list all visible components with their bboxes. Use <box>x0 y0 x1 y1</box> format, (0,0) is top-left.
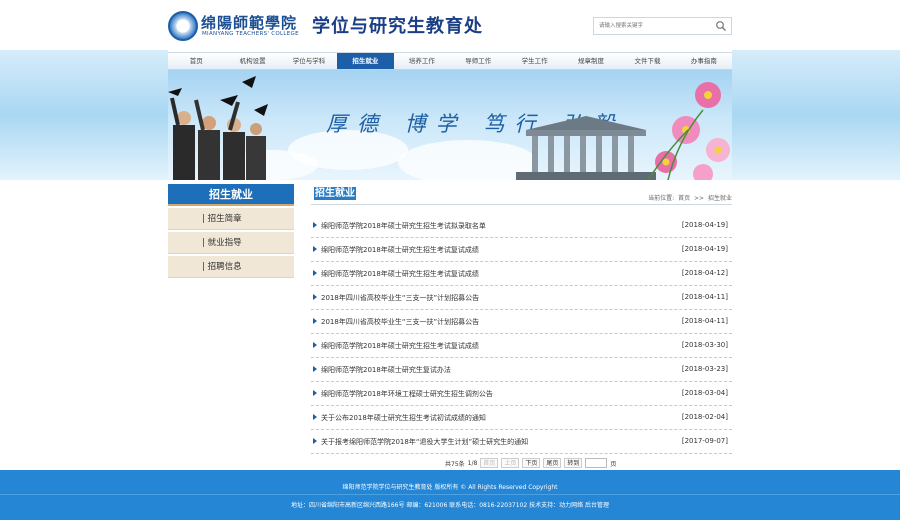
next-page-button[interactable]: 下页 <box>522 458 541 468</box>
sidebar-title: 招生就业 <box>168 184 294 206</box>
news-list: 绵阳师范学院2018年硕士研究生招生考试拟录取名单 [2018-04-19] 绵阳师… <box>311 214 732 454</box>
list-item[interactable]: 绵阳师范学院2018年硕士研究生招生考试复试成绩 [2018-04-12] <box>311 262 732 286</box>
list-item[interactable]: 绵阳师范学院2018年硕士研究生招生考试复试成绩 [2018-04-19] <box>311 238 732 262</box>
main-nav: 首页 机构设置 学位与学科 招生就业 培养工作 导师工作 学生工作 规章制度 文件下载 办事指南 <box>168 52 732 70</box>
logo-chinese[interactable]: 绵陽師範學院 <box>201 12 297 33</box>
site-title: 学位与研究生教育处 <box>312 16 483 37</box>
nav-item[interactable]: 学生工作 <box>506 53 562 69</box>
news-title-link[interactable]: 绵阳师范学院2018年环境工程硕士研究生招生调剂公告 <box>321 389 493 399</box>
search-box <box>593 17 732 35</box>
graduates-image <box>168 76 268 180</box>
news-date: [2018-04-19] <box>681 221 728 229</box>
prev-page-button[interactable]: 上页 <box>501 458 520 468</box>
footer-copyright: 绵阳师范学院学位与研究生教育处 版权所有 © All Rights Reserv… <box>342 484 558 491</box>
nav-item[interactable]: 机构设置 <box>224 53 280 69</box>
arrow-right-icon <box>313 294 317 300</box>
news-title-link[interactable]: 绵阳师范学院2018年硕士研究生招生考试拟录取名单 <box>321 221 486 231</box>
sidebar-item-admissions[interactable]: | 招生简章 <box>168 208 294 230</box>
sky-left-decor <box>0 50 168 180</box>
arrow-right-icon <box>313 222 317 228</box>
footer-divider <box>0 494 900 495</box>
last-page-button[interactable]: 尾页 <box>543 458 562 468</box>
page-number-input[interactable] <box>585 458 608 468</box>
arrow-right-icon <box>313 246 317 252</box>
footer: 绵阳师范学院学位与研究生教育处 版权所有 © All Rights Reserv… <box>0 470 900 520</box>
nav-item[interactable]: 导师工作 <box>450 53 506 69</box>
main-content: 招生就业 当前位置: 首页 >> 招生就业 绵阳师范学院2018年硕士研究生招生… <box>311 184 732 454</box>
breadcrumb-home[interactable]: 首页 <box>678 195 690 202</box>
news-date: [2018-03-04] <box>681 389 728 397</box>
news-title-link[interactable]: 关于公布2018年硕士研究生招生考试初试成绩的通知 <box>321 413 486 423</box>
college-seal-icon[interactable] <box>168 11 198 41</box>
sidebar-item-recruitment[interactable]: | 招聘信息 <box>168 256 294 278</box>
sky-right-decor <box>732 50 900 180</box>
news-date: [2018-02-04] <box>681 413 728 421</box>
pager-total: 共75条 <box>445 460 465 468</box>
news-title-link[interactable]: 绵阳师范学院2018年硕士研究生招生考试复试成绩 <box>321 341 479 351</box>
nav-item[interactable]: 学位与学科 <box>281 53 337 69</box>
pager-page: 1/8 <box>467 459 478 467</box>
arrow-right-icon <box>313 438 317 444</box>
arrow-right-icon <box>313 318 317 324</box>
list-item[interactable]: 绵阳师范学院2018年硕士研究生招生考试拟录取名单 [2018-04-19] <box>311 214 732 238</box>
news-title-link[interactable]: 关于报考绵阳师范学院2018年“退役大学生计划”硕士研究生的通知 <box>321 437 528 447</box>
list-item[interactable]: 2018年四川省高校毕业生“三支一扶”计划招募公告 [2018-04-11] <box>311 310 732 334</box>
search-icon[interactable] <box>715 20 727 32</box>
arrow-right-icon <box>313 414 317 420</box>
arrow-right-icon <box>313 390 317 396</box>
nav-item[interactable]: 首页 <box>168 53 224 69</box>
page-wrapper: 绵陽師範學院 MIANYANG TEACHERS' COLLEGE 学位与研究生… <box>168 0 732 454</box>
search-input[interactable] <box>594 18 709 34</box>
sidebar-item-career-guidance[interactable]: | 就业指导 <box>168 232 294 254</box>
breadcrumb-prefix: 当前位置: <box>648 195 675 202</box>
breadcrumb-current[interactable]: 招生就业 <box>708 195 732 202</box>
news-title-link[interactable]: 2018年四川省高校毕业生“三支一扶”计划招募公告 <box>321 293 479 303</box>
list-item[interactable]: 关于报考绵阳师范学院2018年“退役大学生计划”硕士研究生的通知 [2017-09… <box>311 430 732 454</box>
arrow-right-icon <box>313 366 317 372</box>
news-title-link[interactable]: 绵阳师范学院2018年硕士研究生招生考试复试成绩 <box>321 245 479 255</box>
breadcrumb-separator: >> <box>694 195 705 202</box>
pagination: 共75条 1/8 首页 上页 下页 尾页 转到 页 <box>445 457 616 469</box>
banner: 厚德 博学 笃行 弘毅 <box>168 70 732 180</box>
list-item[interactable]: 2018年四川省高校毕业生“三支一扶”计划招募公告 [2018-04-11] <box>311 286 732 310</box>
main-header: 招生就业 当前位置: 首页 >> 招生就业 <box>311 184 732 205</box>
news-date: [2018-04-12] <box>681 269 728 277</box>
page-title: 招生就业 <box>314 187 356 200</box>
nav-item[interactable]: 办事指南 <box>676 53 732 69</box>
news-title-link[interactable]: 绵阳师范学院2018年硕士研究生招生考试复试成绩 <box>321 269 479 279</box>
news-date: [2018-03-30] <box>681 341 728 349</box>
nav-item[interactable]: 规章制度 <box>563 53 619 69</box>
sidebar: 招生就业 | 招生简章 | 就业指导 | 招聘信息 <box>168 184 294 278</box>
list-item[interactable]: 绵阳师范学院2018年环境工程硕士研究生招生调剂公告 [2018-03-04] <box>311 382 732 406</box>
goto-button[interactable]: 转到 <box>564 458 583 468</box>
news-date: [2018-04-11] <box>681 293 728 301</box>
nav-item[interactable]: 招生就业 <box>337 53 394 69</box>
news-date: [2017-09-07] <box>681 437 728 445</box>
footer-contact: 地址：四川省绵阳市高新区绵兴西路166号 邮编：621006 联系电话：0816… <box>291 502 609 509</box>
first-page-button[interactable]: 首页 <box>480 458 499 468</box>
list-item[interactable]: 绵阳师范学院2018年硕士研究生复试办法 [2018-03-23] <box>311 358 732 382</box>
news-date: [2018-04-19] <box>681 245 728 253</box>
list-item[interactable]: 绵阳师范学院2018年硕士研究生招生考试复试成绩 [2018-03-30] <box>311 334 732 358</box>
news-title-link[interactable]: 2018年四川省高校毕业生“三支一扶”计划招募公告 <box>321 317 479 327</box>
nav-item[interactable]: 培养工作 <box>394 53 450 69</box>
arrow-right-icon <box>313 342 317 348</box>
page-unit-label: 页 <box>610 460 617 468</box>
news-title-link[interactable]: 绵阳师范学院2018年硕士研究生复试办法 <box>321 365 451 375</box>
list-item[interactable]: 关于公布2018年硕士研究生招生考试初试成绩的通知 [2018-02-04] <box>311 406 732 430</box>
logo-english: MIANYANG TEACHERS' COLLEGE <box>202 31 299 37</box>
breadcrumb: 当前位置: 首页 >> 招生就业 <box>646 193 732 202</box>
arrow-right-icon <box>313 270 317 276</box>
nav-item[interactable]: 文件下载 <box>619 53 675 69</box>
news-date: [2018-04-11] <box>681 317 728 325</box>
news-date: [2018-03-23] <box>681 365 728 373</box>
header: 绵陽師範學院 MIANYANG TEACHERS' COLLEGE 学位与研究生… <box>168 0 732 52</box>
flowers-image <box>647 82 730 180</box>
